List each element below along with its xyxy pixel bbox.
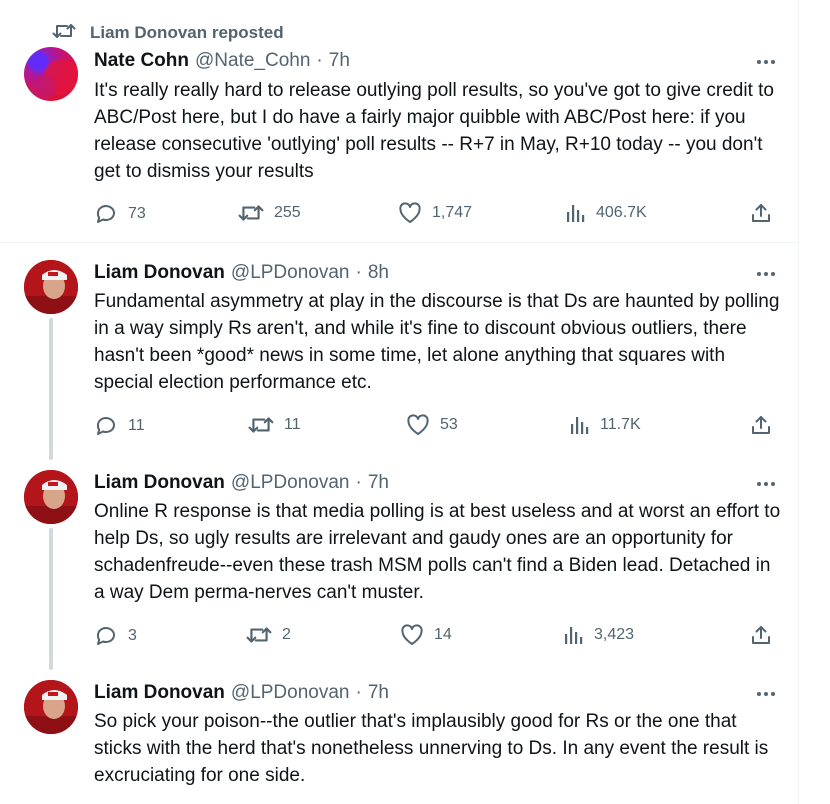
display-name[interactable]: Liam Donovan — [94, 682, 225, 704]
more-options-icon[interactable] — [752, 264, 780, 284]
separator-dot: · — [316, 50, 323, 71]
reply-icon — [96, 205, 115, 223]
avatar[interactable] — [24, 470, 78, 524]
share-icon — [752, 626, 770, 644]
views-icon — [567, 205, 585, 222]
thread-connector — [49, 528, 53, 670]
views-button[interactable]: 3,423 — [564, 624, 634, 646]
repost-button[interactable]: 11 — [248, 414, 301, 436]
more-options-icon[interactable] — [752, 474, 780, 494]
views-button[interactable]: 11.7K — [570, 414, 641, 436]
heart-icon — [399, 202, 421, 223]
tweet-text: Online R response is that media polling … — [94, 501, 781, 603]
like-count: 14 — [434, 626, 452, 643]
display-name[interactable]: Liam Donovan — [94, 262, 225, 284]
view-count: 406.7K — [596, 204, 647, 221]
share-button[interactable] — [750, 624, 772, 646]
avatar[interactable] — [24, 260, 78, 314]
repost-header: Liam Donovan reposted — [52, 20, 284, 46]
tweet-divider — [0, 242, 799, 243]
display-name[interactable]: Liam Donovan — [94, 472, 225, 494]
more-options-icon[interactable] — [752, 684, 780, 704]
repost-icon — [238, 205, 264, 221]
like-button[interactable]: 1,747 — [398, 202, 472, 224]
reply-icon — [96, 417, 115, 435]
display-name[interactable]: Nate Cohn — [94, 50, 189, 72]
heart-icon — [407, 414, 429, 435]
view-count: 3,423 — [594, 626, 635, 643]
repost-icon — [248, 417, 274, 433]
more-options-icon[interactable] — [752, 52, 780, 72]
views-icon — [565, 627, 583, 644]
repost-count: 255 — [274, 204, 301, 221]
separator-dot: · — [355, 262, 362, 283]
repost-button[interactable]: 2 — [246, 624, 291, 646]
repost-icon — [246, 627, 272, 643]
reply-icon — [96, 627, 115, 645]
reply-count: 11 — [128, 417, 145, 434]
repost-count: 11 — [284, 416, 301, 433]
timestamp[interactable]: 7h — [368, 472, 389, 494]
separator-dot: · — [355, 682, 362, 703]
user-handle[interactable]: @Nate_Cohn — [195, 50, 310, 72]
views-button[interactable]: 406.7K — [566, 202, 647, 224]
tweet-header: Liam Donovan @LPDonovan · 7h — [94, 472, 389, 494]
like-button[interactable]: 14 — [400, 624, 452, 646]
like-count: 1,747 — [432, 204, 473, 221]
heart-icon — [401, 624, 423, 645]
share-button[interactable] — [750, 414, 772, 436]
separator-dot: · — [355, 472, 362, 493]
share-icon — [752, 204, 770, 222]
tweet-header: Nate Cohn @Nate_Cohn · 7h — [94, 50, 350, 72]
like-button[interactable]: 53 — [406, 414, 458, 436]
repost-icon — [52, 21, 76, 46]
reply-button[interactable]: 3 — [94, 624, 137, 648]
user-handle[interactable]: @LPDonovan — [231, 682, 350, 704]
user-handle[interactable]: @LPDonovan — [231, 472, 350, 494]
views-icon — [571, 417, 589, 434]
tweet-text: So pick your poison--the outlier that's … — [94, 711, 769, 786]
share-button[interactable] — [750, 202, 772, 224]
view-count: 11.7K — [600, 416, 641, 433]
tweet-header: Liam Donovan @LPDonovan · 7h — [94, 682, 389, 704]
share-icon — [752, 416, 770, 434]
repost-button[interactable]: 255 — [238, 202, 301, 224]
reply-button[interactable]: 11 — [94, 414, 145, 438]
repost-count: 2 — [282, 626, 291, 643]
tweet-text: It's really really hard to release outly… — [94, 80, 774, 182]
timestamp[interactable]: 7h — [329, 50, 350, 72]
like-count: 53 — [440, 416, 458, 433]
user-handle[interactable]: @LPDonovan — [231, 262, 350, 284]
tweet-text: Fundamental asymmetry at play in the dis… — [94, 291, 780, 393]
reply-button[interactable]: 73 — [94, 202, 146, 226]
thread-connector — [49, 318, 53, 460]
timestamp[interactable]: 7h — [368, 682, 389, 704]
reply-count: 73 — [128, 205, 146, 222]
avatar[interactable] — [24, 47, 78, 101]
timestamp[interactable]: 8h — [368, 262, 389, 284]
avatar[interactable] — [24, 680, 78, 734]
repost-label: Liam Donovan reposted — [90, 23, 284, 42]
reply-count: 3 — [128, 627, 137, 644]
tweet-header: Liam Donovan @LPDonovan · 8h — [94, 262, 389, 284]
